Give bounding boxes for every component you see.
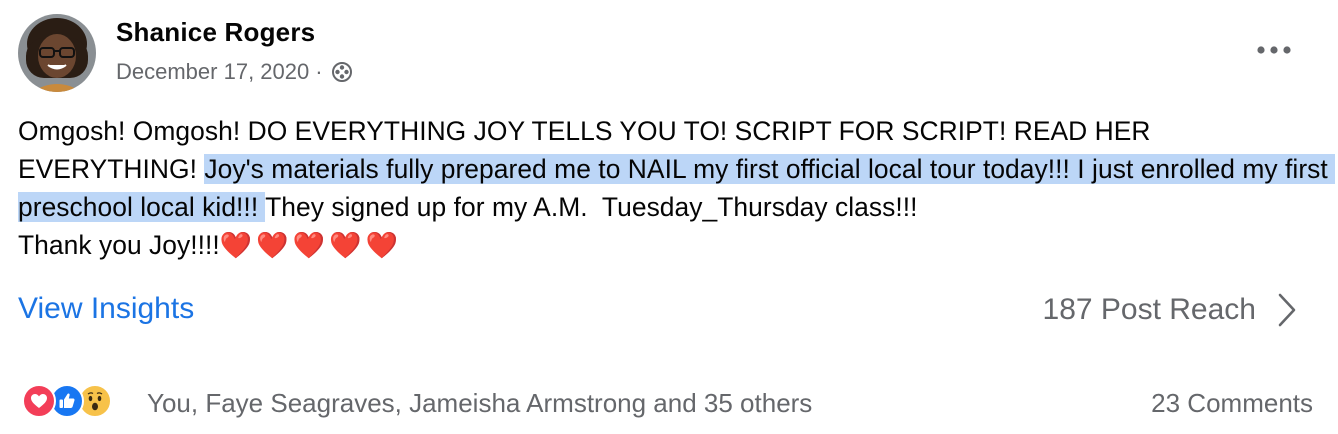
- avatar[interactable]: [18, 14, 96, 92]
- post-date[interactable]: December 17, 2020: [116, 59, 309, 85]
- friends-icon[interactable]: [329, 59, 355, 85]
- post-meta: December 17, 2020 ·: [116, 59, 355, 85]
- post-text: Omgosh! Omgosh! DO EVERYTHING JOY TELLS …: [18, 112, 1336, 264]
- avatar-image: [18, 14, 96, 92]
- reactors-list[interactable]: You, Faye Seagraves, Jameisha Armstrong …: [147, 388, 812, 419]
- more-options-icon[interactable]: [1254, 36, 1294, 64]
- post-reach-link[interactable]: 187 Post Reach: [1043, 292, 1298, 328]
- love-reaction-icon: [22, 384, 56, 418]
- heart-emoji: ❤️: [292, 230, 326, 260]
- meta-separator: ·: [315, 59, 323, 84]
- heart-emoji: ❤️: [365, 230, 398, 260]
- view-insights-link[interactable]: View Insights: [18, 292, 194, 326]
- chevron-right-icon: [1276, 292, 1298, 328]
- heart-emoji: ❤️: [256, 230, 289, 260]
- post-reach-label: 187 Post Reach: [1042, 293, 1256, 326]
- reaction-icons[interactable]: [22, 384, 112, 418]
- comments-count[interactable]: 23 Comments: [1151, 388, 1313, 419]
- post-card: Shanice Rogers December 17, 2020 · Omgos…: [0, 0, 1338, 434]
- heart-emoji: ❤️: [219, 230, 253, 260]
- heart-emoji: ❤️: [329, 230, 362, 260]
- author-name[interactable]: Shanice Rogers: [116, 17, 315, 48]
